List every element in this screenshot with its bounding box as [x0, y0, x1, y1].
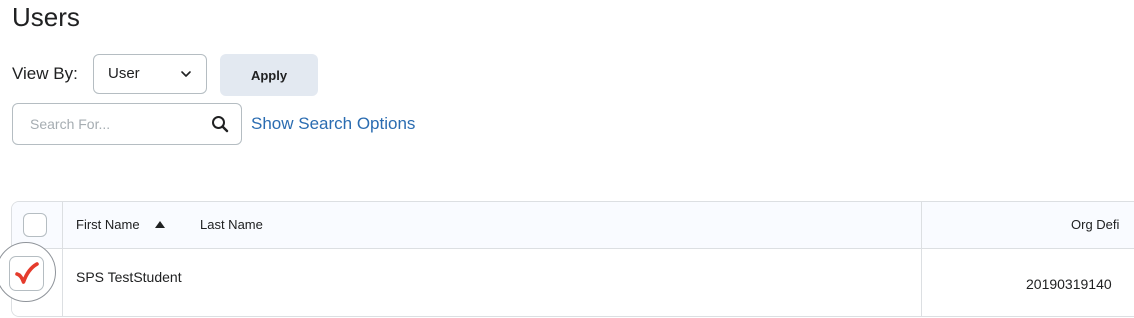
search-input[interactable]: [14, 105, 210, 143]
checkmark-icon: [15, 262, 39, 284]
column-divider: [62, 202, 63, 316]
column-divider: [921, 202, 922, 316]
search-icon[interactable]: [211, 115, 229, 133]
apply-button[interactable]: Apply: [220, 54, 318, 96]
view-by-label: View By:: [12, 64, 78, 83]
search-box: [12, 103, 242, 145]
sort-ascending-icon[interactable]: [155, 221, 165, 228]
column-header-last-name[interactable]: Last Name: [200, 217, 263, 232]
select-all-checkbox[interactable]: [23, 213, 47, 237]
table-row: SPS TestStudent 20190319140: [12, 249, 1134, 316]
table-header: First Name Last Name Org Defi: [12, 202, 1134, 249]
users-table: First Name Last Name Org Defi SPS TestSt…: [11, 201, 1134, 317]
chevron-down-icon: [181, 71, 191, 77]
row-org-defined-id: 20190319140: [1026, 276, 1112, 292]
show-search-options-link[interactable]: Show Search Options: [251, 114, 415, 134]
view-by-select-value: User: [108, 65, 140, 82]
column-header-org-defined-id[interactable]: Org Defi: [1071, 217, 1119, 232]
row-user-name[interactable]: SPS TestStudent: [76, 269, 182, 285]
view-by-select[interactable]: User: [93, 54, 207, 94]
row-select-highlight: [0, 242, 62, 308]
page-title: Users: [12, 2, 80, 32]
row-select-checkbox[interactable]: [9, 256, 44, 291]
column-header-first-name[interactable]: First Name: [76, 217, 140, 232]
